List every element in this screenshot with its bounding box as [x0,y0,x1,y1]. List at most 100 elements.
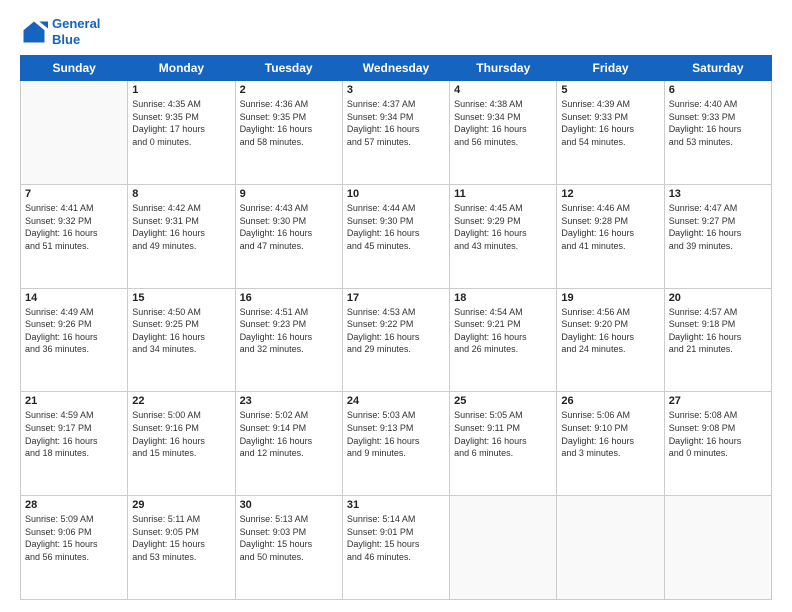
day-info: Sunrise: 4:35 AM Sunset: 9:35 PM Dayligh… [132,98,230,148]
logo-text: General Blue [52,16,100,47]
day-number: 29 [132,499,230,511]
day-number: 19 [561,292,659,304]
day-number: 8 [132,188,230,200]
calendar-cell: 7 Sunrise: 4:41 AM Sunset: 9:32 PM Daylig… [21,184,128,288]
calendar-header-sunday: Sunday [21,56,128,81]
day-number: 17 [347,292,445,304]
day-number: 10 [347,188,445,200]
calendar-cell: 9 Sunrise: 4:43 AM Sunset: 9:30 PM Daylig… [235,184,342,288]
calendar-week-row: 7 Sunrise: 4:41 AM Sunset: 9:32 PM Daylig… [21,184,772,288]
calendar-cell: 16 Sunrise: 4:51 AM Sunset: 9:23 PM Dayli… [235,288,342,392]
logo-icon [20,18,48,46]
calendar-cell: 21 Sunrise: 4:59 AM Sunset: 9:17 PM Dayli… [21,392,128,496]
calendar-header-tuesday: Tuesday [235,56,342,81]
day-info: Sunrise: 4:54 AM Sunset: 9:21 PM Dayligh… [454,306,552,356]
calendar-cell [21,81,128,185]
calendar-cell: 12Sunrise: 4:46 AM Sunset: 9:28 PM Dayli… [557,184,664,288]
calendar-cell: 13 Sunrise: 4:47 AM Sunset: 9:27 PM Dayli… [664,184,771,288]
calendar-cell: 27 Sunrise: 5:08 AM Sunset: 9:08 PM Dayli… [664,392,771,496]
day-number: 22 [132,395,230,407]
day-number: 21 [25,395,123,407]
day-info: Sunrise: 4:38 AM Sunset: 9:34 PM Dayligh… [454,98,552,148]
day-info: Sunrise: 4:39 AM Sunset: 9:33 PM Dayligh… [561,98,659,148]
day-info: Sunrise: 4:45 AM Sunset: 9:29 PM Dayligh… [454,202,552,252]
calendar-cell [450,496,557,600]
calendar-cell: 2 Sunrise: 4:36 AM Sunset: 9:35 PM Daylig… [235,81,342,185]
day-info: Sunrise: 4:50 AM Sunset: 9:25 PM Dayligh… [132,306,230,356]
calendar-cell: 19 Sunrise: 4:56 AM Sunset: 9:20 PM Dayli… [557,288,664,392]
day-info: Sunrise: 5:09 AM Sunset: 9:06 PM Dayligh… [25,513,123,563]
calendar-cell: 8 Sunrise: 4:42 AM Sunset: 9:31 PM Daylig… [128,184,235,288]
day-number: 4 [454,84,552,96]
day-info: Sunrise: 4:56 AM Sunset: 9:20 PM Dayligh… [561,306,659,356]
logo: General Blue [20,16,100,47]
calendar-cell: 11Sunrise: 4:45 AM Sunset: 9:29 PM Dayli… [450,184,557,288]
calendar-cell: 10 Sunrise: 4:44 AM Sunset: 9:30 PM Dayli… [342,184,449,288]
calendar-cell: 18 Sunrise: 4:54 AM Sunset: 9:21 PM Dayli… [450,288,557,392]
day-info: Sunrise: 4:57 AM Sunset: 9:18 PM Dayligh… [669,306,767,356]
calendar-cell [557,496,664,600]
day-info: Sunrise: 5:08 AM Sunset: 9:08 PM Dayligh… [669,409,767,459]
day-info: Sunrise: 4:44 AM Sunset: 9:30 PM Dayligh… [347,202,445,252]
day-number: 23 [240,395,338,407]
day-number: 15 [132,292,230,304]
calendar-cell: 24 Sunrise: 5:03 AM Sunset: 9:13 PM Dayli… [342,392,449,496]
day-number: 28 [25,499,123,511]
day-info: Sunrise: 4:59 AM Sunset: 9:17 PM Dayligh… [25,409,123,459]
calendar-cell: 22 Sunrise: 5:00 AM Sunset: 9:16 PM Dayli… [128,392,235,496]
calendar-cell: 5 Sunrise: 4:39 AM Sunset: 9:33 PM Daylig… [557,81,664,185]
day-number: 31 [347,499,445,511]
calendar-cell: 4 Sunrise: 4:38 AM Sunset: 9:34 PM Daylig… [450,81,557,185]
calendar-cell [664,496,771,600]
day-number: 16 [240,292,338,304]
calendar-cell: 25Sunrise: 5:05 AM Sunset: 9:11 PM Dayli… [450,392,557,496]
day-info: Sunrise: 4:36 AM Sunset: 9:35 PM Dayligh… [240,98,338,148]
day-info: Sunrise: 5:02 AM Sunset: 9:14 PM Dayligh… [240,409,338,459]
day-number: 1 [132,84,230,96]
day-info: Sunrise: 5:03 AM Sunset: 9:13 PM Dayligh… [347,409,445,459]
day-number: 6 [669,84,767,96]
day-info: Sunrise: 5:05 AM Sunset: 9:11 PM Dayligh… [454,409,552,459]
day-info: Sunrise: 4:42 AM Sunset: 9:31 PM Dayligh… [132,202,230,252]
calendar-cell: 26Sunrise: 5:06 AM Sunset: 9:10 PM Dayli… [557,392,664,496]
day-number: 13 [669,188,767,200]
day-number: 2 [240,84,338,96]
day-info: Sunrise: 4:46 AM Sunset: 9:28 PM Dayligh… [561,202,659,252]
calendar-week-row: 14 Sunrise: 4:49 AM Sunset: 9:26 PM Dayli… [21,288,772,392]
day-number: 7 [25,188,123,200]
day-info: Sunrise: 4:40 AM Sunset: 9:33 PM Dayligh… [669,98,767,148]
calendar-header-friday: Friday [557,56,664,81]
day-number: 30 [240,499,338,511]
header: General Blue [20,16,772,47]
day-number: 9 [240,188,338,200]
day-info: Sunrise: 4:37 AM Sunset: 9:34 PM Dayligh… [347,98,445,148]
day-info: Sunrise: 5:13 AM Sunset: 9:03 PM Dayligh… [240,513,338,563]
day-info: Sunrise: 4:53 AM Sunset: 9:22 PM Dayligh… [347,306,445,356]
calendar-cell: 31 Sunrise: 5:14 AM Sunset: 9:01 PM Dayli… [342,496,449,600]
day-info: Sunrise: 5:00 AM Sunset: 9:16 PM Dayligh… [132,409,230,459]
day-info: Sunrise: 4:43 AM Sunset: 9:30 PM Dayligh… [240,202,338,252]
day-number: 26 [561,395,659,407]
calendar-week-row: 21 Sunrise: 4:59 AM Sunset: 9:17 PM Dayli… [21,392,772,496]
calendar-cell: 17 Sunrise: 4:53 AM Sunset: 9:22 PM Dayli… [342,288,449,392]
day-number: 18 [454,292,552,304]
calendar-cell: 30 Sunrise: 5:13 AM Sunset: 9:03 PM Dayli… [235,496,342,600]
day-info: Sunrise: 4:51 AM Sunset: 9:23 PM Dayligh… [240,306,338,356]
day-number: 5 [561,84,659,96]
day-info: Sunrise: 5:14 AM Sunset: 9:01 PM Dayligh… [347,513,445,563]
calendar-header-thursday: Thursday [450,56,557,81]
day-number: 24 [347,395,445,407]
calendar-week-row: 28 Sunrise: 5:09 AM Sunset: 9:06 PM Dayli… [21,496,772,600]
day-number: 14 [25,292,123,304]
calendar-cell: 14 Sunrise: 4:49 AM Sunset: 9:26 PM Dayli… [21,288,128,392]
calendar-cell: 23 Sunrise: 5:02 AM Sunset: 9:14 PM Dayli… [235,392,342,496]
day-number: 20 [669,292,767,304]
calendar-cell: 1 Sunrise: 4:35 AM Sunset: 9:35 PM Daylig… [128,81,235,185]
calendar-cell: 3Sunrise: 4:37 AM Sunset: 9:34 PM Daylig… [342,81,449,185]
day-info: Sunrise: 4:47 AM Sunset: 9:27 PM Dayligh… [669,202,767,252]
day-number: 27 [669,395,767,407]
day-info: Sunrise: 4:41 AM Sunset: 9:32 PM Dayligh… [25,202,123,252]
day-info: Sunrise: 4:49 AM Sunset: 9:26 PM Dayligh… [25,306,123,356]
calendar-header-row: SundayMondayTuesdayWednesdayThursdayFrid… [21,56,772,81]
calendar-header-wednesday: Wednesday [342,56,449,81]
